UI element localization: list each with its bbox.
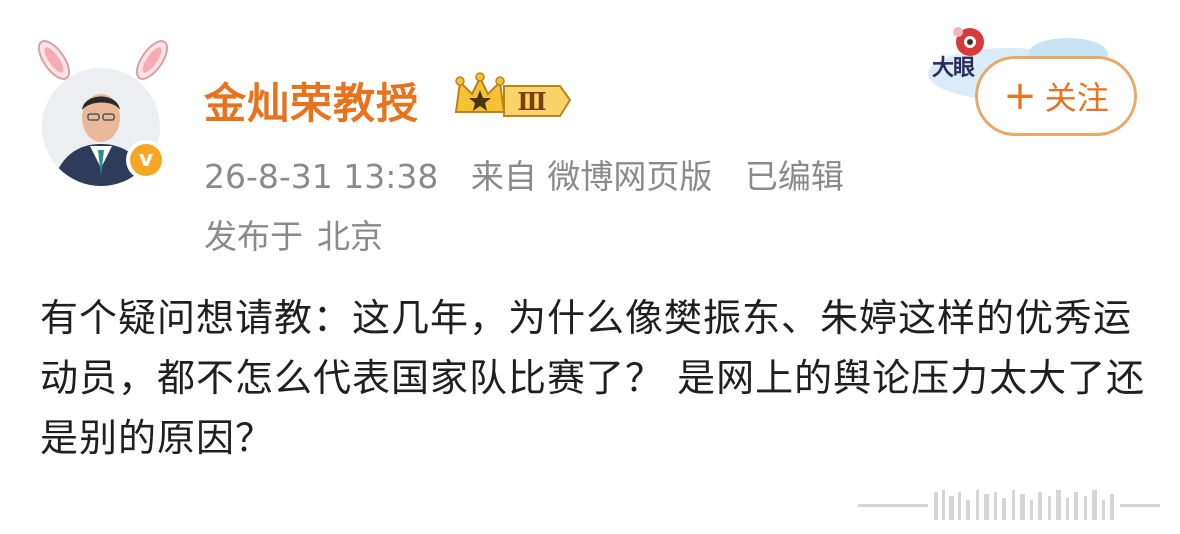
follow-button[interactable]: + 关注 bbox=[975, 56, 1137, 136]
post-location: 发布于 北京 bbox=[204, 210, 383, 258]
verified-badge: v bbox=[126, 140, 166, 180]
watermark-icon bbox=[858, 490, 1160, 520]
username[interactable]: 金灿荣教授 bbox=[204, 70, 419, 131]
location-city: 北京 bbox=[317, 217, 383, 256]
follow-label: 关注 bbox=[1044, 79, 1109, 117]
post-meta: 26-8-31 13:38 来自 微博网页版 已编辑 bbox=[204, 150, 866, 198]
decor-text: 大眼 bbox=[932, 56, 975, 81]
level-text: Ⅲ bbox=[517, 87, 546, 116]
plus-icon: + bbox=[1003, 73, 1037, 119]
crown-level-badge-icon[interactable]: Ⅲ bbox=[452, 72, 576, 124]
verified-icon: v bbox=[130, 144, 162, 176]
avatar-wrap[interactable]: v bbox=[28, 38, 178, 188]
edited-label[interactable]: 已编辑 bbox=[745, 157, 844, 196]
timestamp[interactable]: 26-8-31 13:38 bbox=[204, 157, 438, 196]
post-content: 有个疑问想请教：这几年，为什么像樊振东、朱婷这样的优秀运动员，都不怎么代表国家队… bbox=[40, 296, 1146, 460]
location-prefix: 发布于 bbox=[204, 217, 303, 256]
post-source: 来自 微博网页版 bbox=[470, 157, 713, 196]
